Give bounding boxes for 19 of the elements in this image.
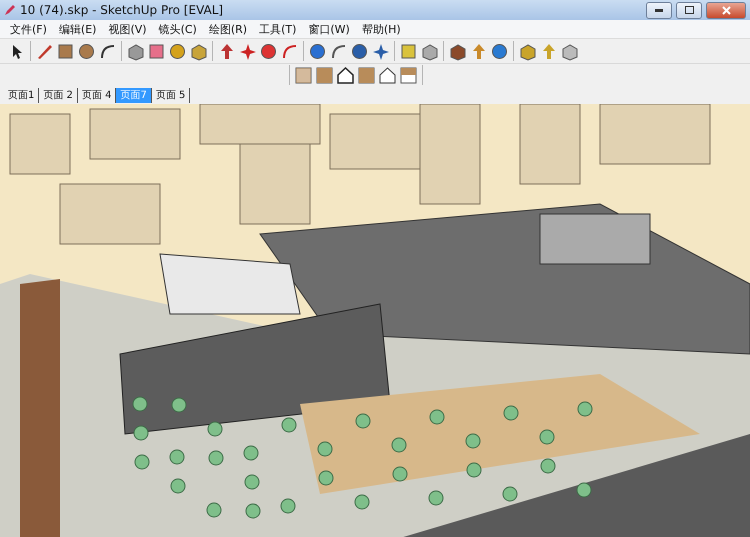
page-tab[interactable]: 页面1 (4, 88, 40, 102)
maximize-icon (684, 6, 694, 14)
window-title: 10 (74).skp - SketchUp Pro [EVAL] (20, 3, 224, 17)
menu-item[interactable]: 帮助(H) (356, 22, 407, 36)
menu-item[interactable]: 工具(T) (253, 22, 302, 36)
close-button[interactable] (706, 2, 746, 18)
house-outline-icon[interactable] (377, 64, 398, 86)
menu-item[interactable]: 镜头(C) (152, 22, 203, 36)
minimize-icon (655, 8, 663, 12)
menu-item[interactable]: 视图(V) (102, 22, 153, 36)
close-icon (722, 6, 730, 14)
minimize-button[interactable] (646, 2, 672, 18)
page-tab[interactable]: 页面 5 (152, 88, 190, 102)
menu-item[interactable]: 窗口(W) (302, 22, 356, 36)
maximize-button[interactable] (676, 2, 702, 18)
menu-item[interactable]: 绘图(R) (202, 22, 254, 36)
menu-item[interactable]: 编辑(E) (52, 22, 102, 36)
menu-item[interactable]: 文件(F) (4, 22, 53, 36)
page-tab[interactable]: 页面 2 (39, 88, 78, 102)
